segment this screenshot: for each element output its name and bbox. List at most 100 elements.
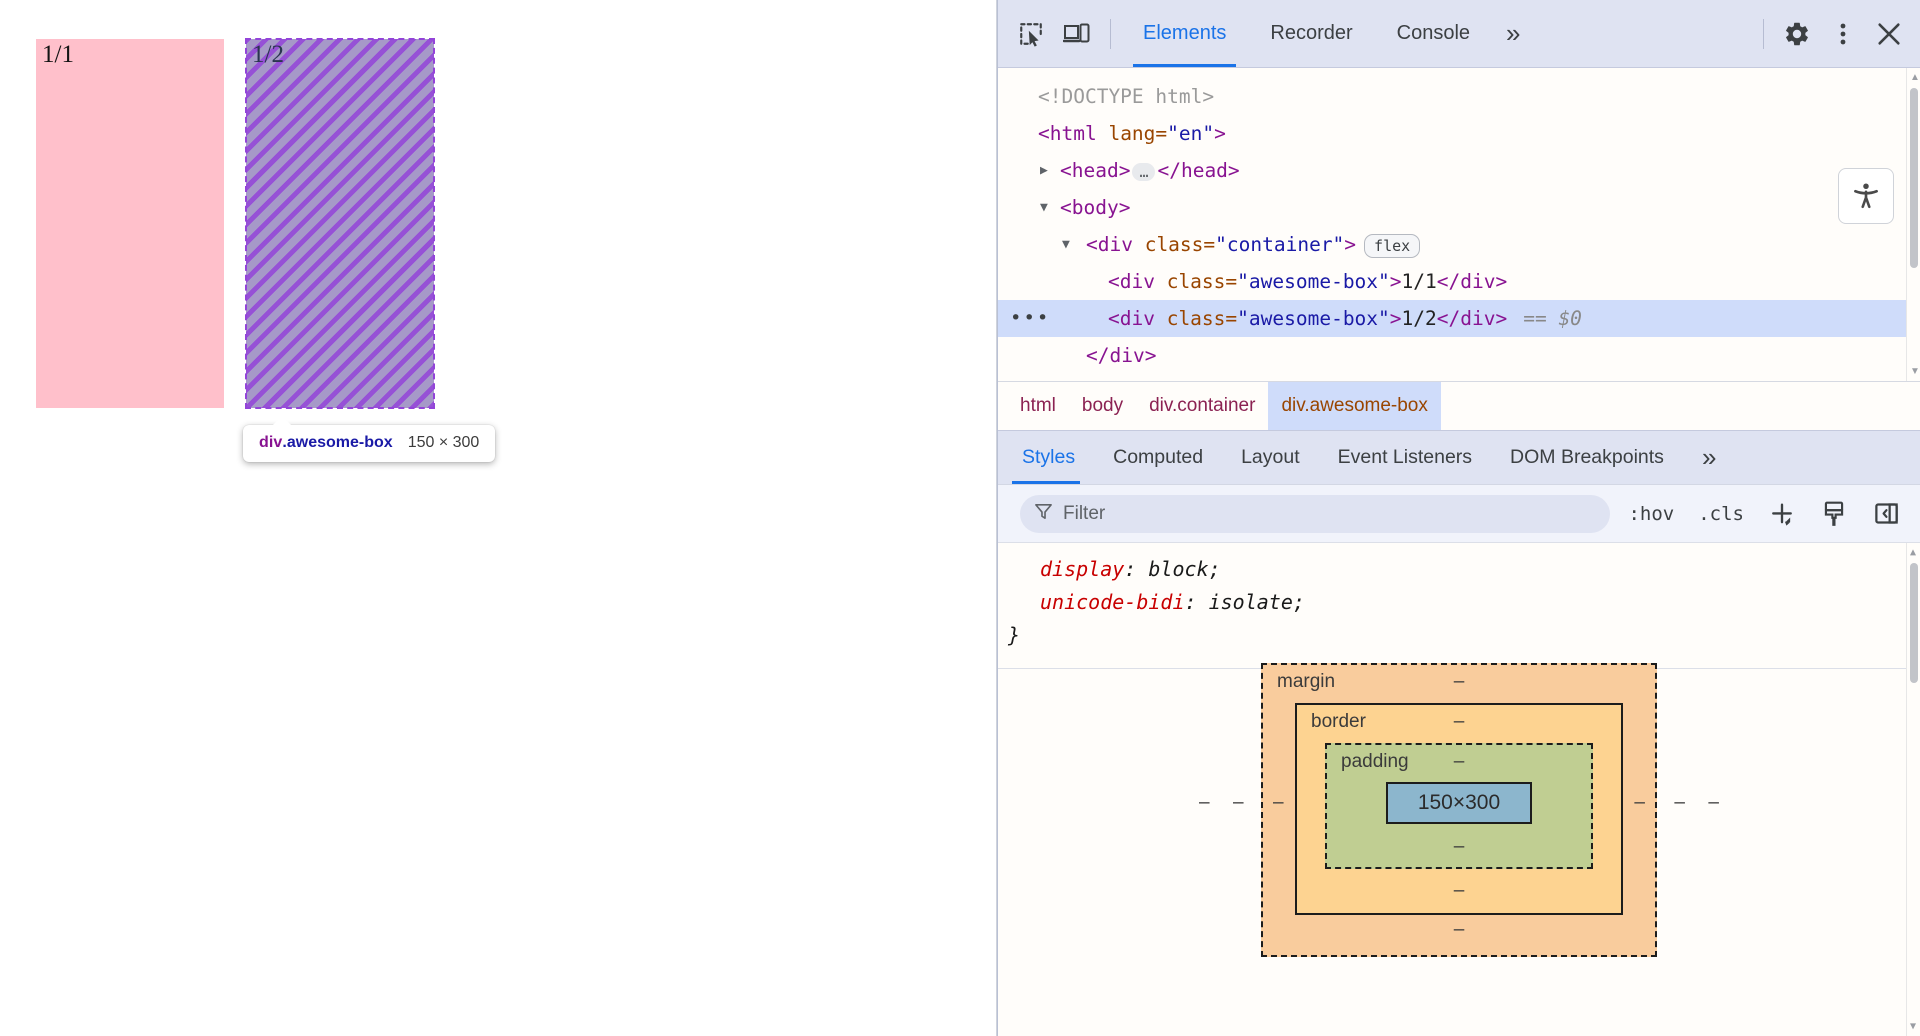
box-model-margin-left-value[interactable]: – bbox=[1199, 792, 1210, 814]
body-collapse-triangle-icon[interactable]: ▼ bbox=[1040, 189, 1048, 226]
hov-toggle-button[interactable]: :hov bbox=[1622, 503, 1680, 525]
tooltip-class-name: .awesome-box bbox=[282, 434, 393, 451]
box-model-padding-bottom-value[interactable]: – bbox=[1327, 827, 1591, 867]
toggle-sidebar-icon[interactable] bbox=[1866, 494, 1906, 534]
awesome-box-2-inspected[interactable]: 1/2 bbox=[245, 38, 435, 409]
css-rule-block: display: block; unicode-bidi: isolate; } bbox=[998, 543, 1920, 658]
scroll-down-arrow-icon[interactable]: ▼ bbox=[1910, 366, 1920, 377]
styles-rules-pane: display: block; unicode-bidi: isolate; }… bbox=[998, 542, 1920, 1036]
tab-dom-breakpoints[interactable]: DOM Breakpoints bbox=[1491, 431, 1683, 484]
styles-scroll-up-arrow-icon[interactable]: ▲ bbox=[1910, 547, 1916, 558]
box-model-padding-right-value[interactable]: – bbox=[1634, 792, 1645, 814]
box-model-border-bottom-value[interactable]: – bbox=[1297, 869, 1621, 913]
css-declaration-display[interactable]: display: block; bbox=[998, 553, 1920, 586]
row-context-dots-icon[interactable]: ••• bbox=[1010, 300, 1050, 337]
box-model-border-right-value[interactable]: – bbox=[1674, 792, 1685, 814]
scroll-thumb[interactable] bbox=[1910, 88, 1918, 268]
dom-tree-pane: <!DOCTYPE html> <html lang="en"> ▶ <head… bbox=[998, 67, 1920, 381]
dom-row-awesome-box-2-selected[interactable]: ••• <div class="awesome-box">1/2</div> ==… bbox=[998, 300, 1920, 337]
tab-styles[interactable]: Styles bbox=[998, 431, 1094, 484]
dom-row-body[interactable]: ▼ <body> bbox=[998, 189, 1920, 226]
dom-tree-scrollbar[interactable]: ▲ ▼ bbox=[1906, 68, 1920, 381]
box-model-margin-top-value[interactable]: – bbox=[1454, 671, 1465, 693]
gear-icon[interactable] bbox=[1774, 11, 1820, 57]
tab-computed-label: Computed bbox=[1113, 446, 1204, 468]
styles-more-tabs-chevron-icon[interactable]: » bbox=[1683, 431, 1735, 484]
breadcrumb-body-label: body bbox=[1081, 395, 1124, 416]
breadcrumb-item-body[interactable]: body bbox=[1069, 382, 1136, 430]
css-close-brace-text: } bbox=[1008, 623, 1021, 647]
awesome-box-1[interactable]: 1/1 bbox=[36, 39, 224, 408]
styles-filter-bar: Filter :hov .cls bbox=[998, 484, 1920, 542]
tab-layout[interactable]: Layout bbox=[1222, 431, 1319, 484]
tab-styles-label: Styles bbox=[1022, 446, 1076, 468]
dom-row-head[interactable]: ▶ <head>… </head> bbox=[998, 152, 1920, 189]
css-property-unicode-bidi[interactable]: unicode-bidi bbox=[1040, 590, 1185, 614]
breadcrumb-item-div-container[interactable]: div.container bbox=[1136, 382, 1268, 430]
styles-scroll-thumb[interactable] bbox=[1910, 563, 1918, 683]
element-inspect-tooltip: div.awesome-box 150 × 300 bbox=[243, 416, 496, 462]
css-value-display[interactable]: block; bbox=[1148, 557, 1220, 581]
css-value-unicode-bidi[interactable]: isolate; bbox=[1209, 590, 1305, 614]
tooltip-tag-name: div bbox=[259, 434, 283, 451]
cls-toggle-button[interactable]: .cls bbox=[1692, 503, 1750, 525]
flex-badge[interactable]: flex bbox=[1364, 233, 1421, 258]
css-property-display[interactable]: display bbox=[1040, 557, 1124, 581]
tab-console[interactable]: Console bbox=[1375, 0, 1492, 67]
breadcrumb-container-label: div.container bbox=[1149, 395, 1256, 416]
more-tabs-chevron-icon[interactable]: » bbox=[1492, 18, 1534, 49]
tab-event-listeners[interactable]: Event Listeners bbox=[1319, 431, 1491, 484]
awesome-box-1-label: 1/1 bbox=[42, 41, 74, 68]
tab-computed[interactable]: Computed bbox=[1094, 431, 1222, 484]
container-open-tag: <div bbox=[1086, 233, 1145, 256]
container-close-tag: </div> bbox=[1086, 344, 1157, 367]
dom-row-html[interactable]: <html lang="en"> bbox=[998, 115, 1920, 152]
box-model-margin-bottom-value[interactable]: – bbox=[1263, 915, 1655, 955]
box-model-margin-label: margin bbox=[1277, 671, 1336, 692]
box-model-margin-row: margin – bbox=[1263, 665, 1655, 699]
tab-recorder[interactable]: Recorder bbox=[1248, 0, 1374, 67]
search-input[interactable]: Filter bbox=[1020, 494, 1611, 533]
inspect-cursor-icon[interactable] bbox=[1008, 11, 1054, 57]
box2-class-value: "awesome-box" bbox=[1237, 307, 1390, 330]
breadcrumb-item-html[interactable]: html bbox=[998, 382, 1069, 430]
scroll-up-arrow-icon[interactable]: ▲ bbox=[1910, 72, 1920, 83]
tab-elements[interactable]: Elements bbox=[1121, 0, 1248, 67]
box-model-margin[interactable]: margin – border – padding – – – – 150×30… bbox=[1199, 663, 1719, 957]
devtools-tab-strip: Elements Recorder Console » bbox=[1121, 0, 1535, 67]
dom-row-container[interactable]: ▼ <div class="container"> flex bbox=[998, 226, 1920, 263]
head-expand-triangle-icon[interactable]: ▶ bbox=[1040, 152, 1048, 189]
box2-text: 1/2 bbox=[1401, 307, 1437, 330]
container-flex: 1/1 1/2 bbox=[36, 38, 435, 409]
styles-more-tabs-label: » bbox=[1701, 442, 1717, 472]
device-toolbar-icon[interactable] bbox=[1054, 11, 1100, 57]
breadcrumb-item-div-awesome-box[interactable]: div.awesome-box bbox=[1268, 382, 1441, 430]
box-model-padding-left-value[interactable]: – bbox=[1273, 792, 1284, 814]
box-model-padding[interactable]: padding – – – – 150×300 – – – – bbox=[1199, 743, 1719, 869]
paintbrush-icon[interactable] bbox=[1814, 494, 1854, 534]
dom-row-doctype[interactable]: <!DOCTYPE html> bbox=[998, 78, 1920, 115]
doctype-text: <!DOCTYPE html> bbox=[1038, 85, 1215, 108]
accessibility-icon[interactable] bbox=[1838, 168, 1894, 224]
css-declaration-unicode-bidi[interactable]: unicode-bidi: isolate; bbox=[998, 586, 1920, 619]
styles-scroll-down-arrow-icon[interactable]: ▼ bbox=[1910, 1021, 1916, 1032]
container-collapse-triangle-icon[interactable]: ▼ bbox=[1062, 226, 1070, 263]
kebab-menu-icon[interactable] bbox=[1820, 11, 1866, 57]
box-model-margin-right-value[interactable]: – bbox=[1708, 792, 1719, 814]
box2-gt: > bbox=[1389, 307, 1402, 330]
head-collapsed-ellipsis[interactable]: … bbox=[1132, 162, 1156, 181]
box-model-padding-top-value[interactable]: – bbox=[1454, 751, 1465, 773]
dom-row-awesome-box-1[interactable]: <div class="awesome-box">1/1</div> bbox=[998, 263, 1920, 300]
box-model-padding-label: padding bbox=[1341, 751, 1409, 772]
box-model-border[interactable]: border – padding – – – – 150×300 – – – –… bbox=[1199, 703, 1719, 915]
dom-row-container-close[interactable]: </div> bbox=[998, 337, 1920, 374]
close-icon[interactable] bbox=[1866, 11, 1912, 57]
box-model-border-top-value[interactable]: – bbox=[1454, 711, 1465, 733]
plus-new-style-rule-icon[interactable] bbox=[1762, 494, 1802, 534]
box-model-content-size[interactable]: 150×300 bbox=[1385, 782, 1533, 824]
box-model-border-left-value[interactable]: – bbox=[1233, 792, 1244, 814]
styles-pane-scrollbar[interactable]: ▲ ▼ bbox=[1906, 543, 1920, 1036]
styles-tab-strip: Styles Computed Layout Event Listeners D… bbox=[998, 430, 1920, 484]
toolbar-divider-2 bbox=[1763, 18, 1764, 49]
container-class-attr: class= bbox=[1144, 233, 1216, 256]
